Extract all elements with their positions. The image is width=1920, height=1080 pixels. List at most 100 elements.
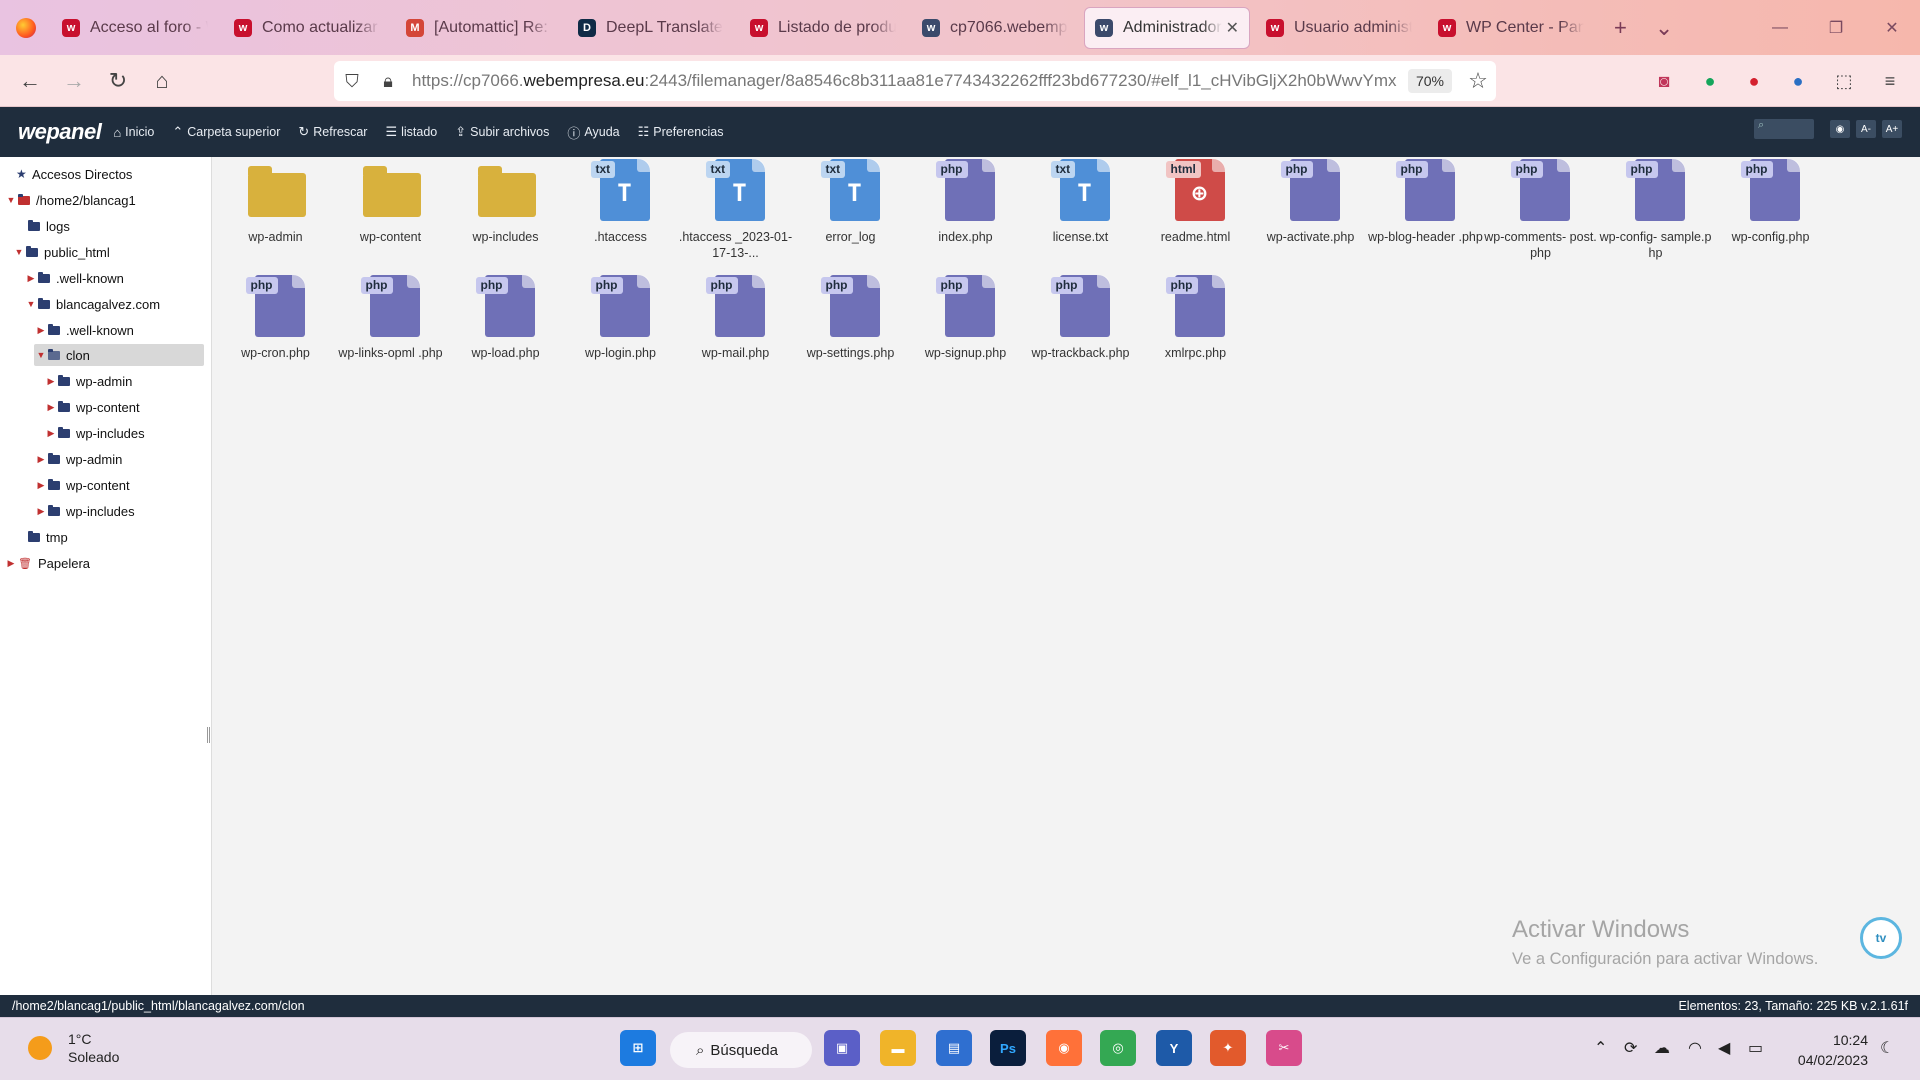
toolbar-list-view-button[interactable]: ☰ listado	[385, 124, 437, 140]
file-item[interactable]: php wp-config- sample.php	[1598, 157, 1713, 261]
tree-item-wp-includes[interactable]: ▶ wp-includes	[36, 500, 135, 522]
tree-item-clon-wp-includes[interactable]: ▶ wp-includes	[46, 422, 145, 444]
chrome-taskbar-icon[interactable]: ◎	[1100, 1030, 1136, 1066]
tray-sync-icon[interactable]: ⟳	[1624, 1038, 1637, 1058]
file-item[interactable]: php xmlrpc.php	[1138, 273, 1253, 361]
file-item[interactable]: php wp-settings.php	[793, 273, 908, 361]
file-item[interactable]: php wp-load.php	[448, 273, 563, 361]
browser-tab[interactable]: w Como actualizar a	[224, 7, 390, 49]
firefox-menu-icon[interactable]	[0, 0, 52, 55]
toolbar-upload-button[interactable]: ⇪ Subir archivos	[455, 124, 549, 140]
tree-item-wp-admin[interactable]: ▶ wp-admin	[36, 448, 123, 470]
toolbar-help-button[interactable]: ⓘ Ayuda	[567, 123, 619, 142]
reload-icon[interactable]: ↻	[96, 61, 140, 101]
eye-view-icon[interactable]: ◉	[1830, 120, 1850, 138]
file-item[interactable]: php wp-config.php	[1713, 157, 1828, 245]
hamburger-menu-icon[interactable]: ≡	[1872, 63, 1908, 99]
file-item[interactable]: Ttxt .htaccess _2023-01-17-13-...	[678, 157, 793, 261]
file-item[interactable]: php wp-signup.php	[908, 273, 1023, 361]
snipping-tool-icon[interactable]: ✂	[1266, 1030, 1302, 1066]
file-item[interactable]: php index.php	[908, 157, 1023, 245]
notifications-icon[interactable]: ☾	[1880, 1038, 1894, 1058]
start-windows-icon[interactable]: ⊞	[620, 1030, 656, 1066]
file-explorer-icon[interactable]: ▬	[880, 1030, 916, 1066]
wifi-icon[interactable]: ◠	[1688, 1038, 1702, 1058]
minimize-icon[interactable]: —	[1752, 0, 1808, 55]
home-icon[interactable]: ⌂	[140, 61, 184, 101]
tree-item-root[interactable]: ▼/home2/blancag1	[6, 189, 136, 211]
tree-item-tmp[interactable]: tmp	[28, 526, 68, 548]
restore-icon[interactable]: ❐	[1808, 0, 1864, 55]
sidebar-resize-handle[interactable]	[207, 727, 210, 743]
file-item[interactable]: php wp-blog-header .php	[1368, 157, 1483, 245]
firefox-taskbar-icon[interactable]: ◉	[1046, 1030, 1082, 1066]
tree-item-public-html[interactable]: ▼ public_html	[14, 241, 110, 263]
browser-tab[interactable]: w Acceso al foro - W	[52, 7, 218, 49]
tree-item-clon[interactable]: ▼ clon	[34, 344, 204, 366]
tree-item-accesos-directos[interactable]: ★ Accesos Directos	[16, 163, 132, 185]
browser-tab[interactable]: w Listado de produ	[740, 7, 906, 49]
tree-item-papelera[interactable]: ▶ 🗑︎ Papelera	[6, 552, 90, 574]
back-icon[interactable]: ←	[8, 61, 52, 101]
folder-item[interactable]: wp-admin	[218, 157, 333, 245]
forward-icon[interactable]: →	[52, 61, 96, 101]
tray-chevron-up-icon[interactable]: ⌃	[1594, 1038, 1607, 1058]
tree-item-well-known[interactable]: ▶ .well-known	[26, 267, 124, 289]
browser-tab[interactable]: w WP Center - Pane	[1428, 7, 1594, 49]
close-tab-icon[interactable]: ✕	[1226, 18, 1239, 38]
browser-tab[interactable]: w Usuario administ	[1256, 7, 1422, 49]
browser-tab[interactable]: w Administrador ✕	[1084, 6, 1250, 49]
tree-item-clon-wp-admin[interactable]: ▶ wp-admin	[46, 370, 133, 392]
zoom-indicator[interactable]: 70%	[1407, 69, 1452, 93]
app-icon[interactable]: ✦	[1210, 1030, 1246, 1066]
list-tabs-chevron-icon[interactable]: ⌄	[1655, 15, 1673, 41]
toolbar-preferences-button[interactable]: ☷ Preferencias	[638, 124, 724, 140]
folder-item[interactable]: wp-includes	[448, 157, 563, 245]
teams-chat-icon[interactable]: ▣	[824, 1030, 860, 1066]
shield-icon[interactable]: ⛉	[334, 71, 370, 92]
file-item[interactable]: php wp-cron.php	[218, 273, 333, 361]
battery-icon[interactable]: ▭	[1748, 1038, 1763, 1058]
file-item[interactable]: Ttxt .htaccess	[563, 157, 678, 245]
toolbar-parent-folder-button[interactable]: ⌃ Carpeta superior	[172, 124, 280, 140]
floating-tv-extension-icon[interactable]: tv	[1860, 917, 1902, 959]
yammer-icon[interactable]: Y	[1156, 1030, 1192, 1066]
browser-tab[interactable]: M [Automattic] Re: I	[396, 7, 562, 49]
onedrive-icon[interactable]: ☁	[1654, 1038, 1670, 1058]
tree-item-logs[interactable]: logs	[28, 215, 70, 237]
tree-item-clon-wp-content[interactable]: ▶ wp-content	[46, 396, 140, 418]
file-item[interactable]: php wp-comments- post.php	[1483, 157, 1598, 261]
browser-tab[interactable]: D DeepL Translate	[568, 7, 734, 49]
folder-item[interactable]: wp-content	[333, 157, 448, 245]
photoshop-icon[interactable]: Ps	[990, 1030, 1026, 1066]
tree-item-site-well-known[interactable]: ▶ .well-known	[36, 319, 134, 341]
file-item[interactable]: ⊕ html readme.html	[1138, 157, 1253, 245]
file-item[interactable]: Ttxt error_log	[793, 157, 908, 245]
close-window-icon[interactable]: ✕	[1864, 0, 1920, 55]
weather-widget[interactable]: 1°C Soleado	[28, 1030, 119, 1066]
file-item[interactable]: php wp-trackback.php	[1023, 273, 1138, 361]
lock-icon[interactable]: 🔒︎	[370, 71, 406, 92]
new-tab-icon[interactable]: +	[1614, 15, 1627, 41]
system-clock[interactable]: 10:24 04/02/2023	[1790, 1030, 1868, 1070]
tree-item-wp-content[interactable]: ▶ wp-content	[36, 474, 130, 496]
bookmark-star-icon[interactable]: ☆	[1460, 68, 1496, 94]
taskbar-search[interactable]: ⌕ Búsqueda	[670, 1032, 812, 1068]
volume-icon[interactable]: ◀︎	[1718, 1038, 1730, 1058]
font-increase-button[interactable]: A+	[1882, 120, 1902, 138]
file-item[interactable]: php wp-login.php	[563, 273, 678, 361]
documents-icon[interactable]: ▤	[936, 1030, 972, 1066]
browser-tab[interactable]: w cp7066.webempr	[912, 7, 1078, 49]
url-bar[interactable]: ⛉ 🔒︎ https://cp7066.webempresa.eu:2443/f…	[334, 61, 1496, 101]
tree-item-blancagalvez[interactable]: ▼ blancagalvez.com	[26, 293, 161, 315]
file-item[interactable]: Ttxt license.txt	[1023, 157, 1138, 245]
font-decrease-button[interactable]: A-	[1856, 120, 1876, 138]
toolbar-refresh-button[interactable]: ↻ Refrescar	[298, 124, 367, 140]
toolbar-home-button[interactable]: ⌂ Inicio	[113, 125, 154, 140]
grammarly-icon[interactable]: ●	[1692, 63, 1728, 99]
extension-tv-icon[interactable]: ●	[1780, 63, 1816, 99]
pocket-icon[interactable]: ◙	[1646, 63, 1682, 99]
file-item[interactable]: php wp-links-opml .php	[333, 273, 448, 361]
extensions-puzzle-icon[interactable]: ⬚	[1826, 63, 1862, 99]
pinterest-icon[interactable]: ●	[1736, 63, 1772, 99]
